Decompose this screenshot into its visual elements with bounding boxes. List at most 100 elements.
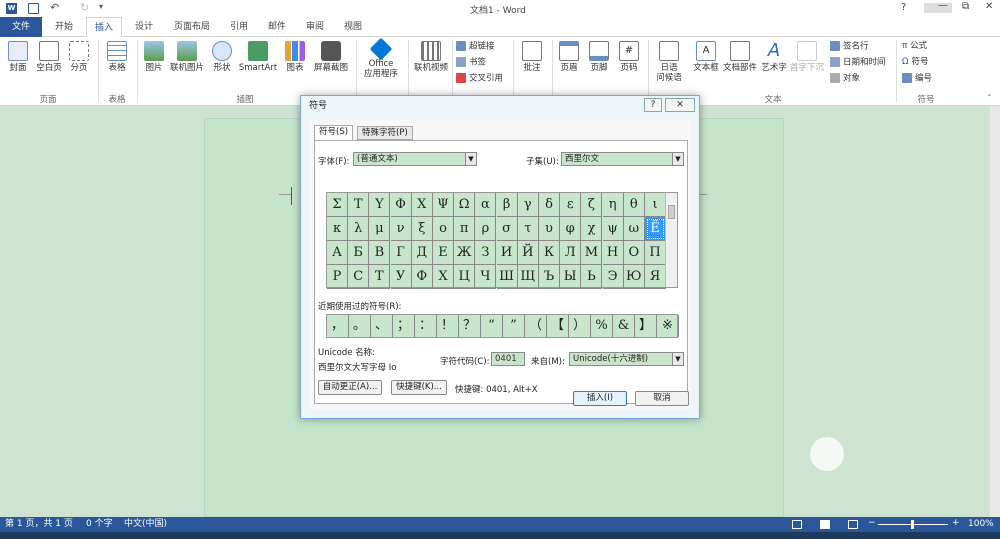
tab-insert[interactable]: 插入: [86, 17, 122, 38]
symbol-cell[interactable]: ψ: [602, 217, 624, 241]
symbol-cell[interactable]: κ: [327, 217, 348, 241]
symbol-cell[interactable]: ω: [623, 217, 645, 241]
symbol-cell[interactable]: ρ: [475, 217, 497, 241]
cross-reference-button[interactable]: 交叉引用: [456, 73, 503, 85]
symbol-cell[interactable]: Х: [433, 265, 454, 289]
symbol-button[interactable]: Ω 符号: [902, 57, 929, 68]
tab-page-layout[interactable]: 页面布局: [166, 17, 218, 37]
equation-button[interactable]: π 公式: [902, 41, 927, 52]
screenshot-button[interactable]: 屏幕截图: [310, 41, 352, 73]
recent-symbol-cell[interactable]: ？: [459, 315, 481, 337]
autocorrect-button[interactable]: 自动更正(A)...: [318, 380, 382, 395]
online-pictures-button[interactable]: 联机图片: [168, 41, 206, 73]
object-button[interactable]: 对象: [830, 73, 860, 85]
symbol-cell[interactable]: Т: [369, 265, 391, 289]
subset-select[interactable]: 西里尔文 ▼: [561, 152, 684, 166]
symbol-cell[interactable]: Τ: [348, 193, 370, 217]
symbol-cell[interactable]: О: [623, 241, 645, 265]
zoom-out-button[interactable]: −: [868, 517, 876, 530]
date-time-button[interactable]: 日期和时间: [830, 57, 886, 69]
symbol-cell[interactable]: ξ: [411, 217, 433, 241]
symbol-cell[interactable]: α: [475, 193, 497, 217]
symbol-cell[interactable]: Ш: [496, 265, 518, 289]
from-select[interactable]: Unicode(十六进制) ▼: [569, 352, 684, 366]
recent-symbol-cell[interactable]: ”: [503, 315, 525, 337]
symbol-cell[interactable]: П: [645, 241, 666, 265]
recent-symbol-cell[interactable]: 、: [371, 315, 393, 337]
recent-symbol-cell[interactable]: “: [481, 315, 503, 337]
symbol-cell[interactable]: μ: [369, 217, 391, 241]
recent-symbol-cell[interactable]: 。: [349, 315, 371, 337]
symbol-cell[interactable]: δ: [539, 193, 560, 217]
symbol-cell[interactable]: ν: [390, 217, 412, 241]
comment-button[interactable]: 批注: [518, 41, 546, 73]
recent-symbol-cell[interactable]: ！: [437, 315, 459, 337]
office-apps-button[interactable]: Office 应用程序: [360, 37, 402, 79]
customize-qat-icon[interactable]: ▾: [99, 2, 103, 11]
recent-symbol-cell[interactable]: ；: [393, 315, 415, 337]
symbol-cell[interactable]: γ: [517, 193, 539, 217]
shortcut-key-button[interactable]: 快捷键(K)...: [391, 380, 447, 395]
wordart-button[interactable]: A 艺术字: [758, 41, 790, 74]
symbol-cell[interactable]: И: [496, 241, 518, 265]
cancel-button[interactable]: 取消: [635, 391, 689, 406]
symbol-cell[interactable]: β: [496, 193, 518, 217]
symbol-cell[interactable]: ζ: [581, 193, 603, 217]
symbol-cell[interactable]: Φ: [390, 193, 412, 217]
symbol-cell[interactable]: Г: [390, 241, 412, 265]
blank-page-button[interactable]: 空白页: [34, 41, 64, 73]
page-break-button[interactable]: 分页: [66, 41, 92, 73]
symbol-cell[interactable]: Н: [602, 241, 624, 265]
symbol-cell[interactable]: Ь: [581, 265, 603, 289]
tab-home[interactable]: 开始: [46, 17, 82, 37]
symbol-cell[interactable]: η: [602, 193, 624, 217]
symbol-cell[interactable]: В: [369, 241, 391, 265]
header-button[interactable]: 页眉: [556, 41, 582, 73]
tab-design[interactable]: 设计: [126, 17, 162, 37]
symbol-cell[interactable]: λ: [348, 217, 370, 241]
zoom-in-button[interactable]: +: [952, 517, 960, 530]
tab-file[interactable]: 文件: [0, 17, 42, 37]
drop-cap-button[interactable]: 首字下沉: [790, 41, 824, 73]
page-number-button[interactable]: # 页码: [616, 41, 642, 73]
zoom-slider-thumb[interactable]: [911, 520, 914, 529]
signature-line-button[interactable]: 签名行: [830, 41, 869, 53]
symbol-cell[interactable]: ε: [560, 193, 582, 217]
symbol-cell[interactable]: З: [475, 241, 497, 265]
symbol-cell[interactable]: Я: [645, 265, 666, 289]
symbol-cell[interactable]: С: [348, 265, 370, 289]
japanese-greeting-button[interactable]: 日语 问候语: [652, 41, 686, 83]
font-select[interactable]: (普通文本) ▼: [353, 152, 477, 166]
insert-button[interactable]: 插入(I): [573, 391, 627, 406]
recent-symbol-cell[interactable]: ：: [415, 315, 437, 337]
word-count[interactable]: 0 个字: [86, 518, 113, 531]
quick-parts-button[interactable]: 文档部件: [722, 41, 758, 73]
tab-mailings[interactable]: 邮件: [260, 17, 294, 37]
restore-icon[interactable]: ⧉: [962, 1, 969, 12]
symbol-cell[interactable]: Е: [433, 241, 454, 265]
vertical-scrollbar[interactable]: [990, 106, 1000, 517]
symbol-cell[interactable]: Σ: [327, 193, 348, 217]
pictures-button[interactable]: 图片: [142, 41, 166, 73]
symbol-cell[interactable]: Й: [517, 241, 539, 265]
symbol-cell[interactable]: Ё: [645, 217, 666, 241]
page-count[interactable]: 第 1 页，共 1 页: [5, 518, 73, 531]
print-layout-icon[interactable]: [820, 520, 830, 529]
symbol-cell[interactable]: Щ: [517, 265, 539, 289]
symbol-cell[interactable]: φ: [560, 217, 582, 241]
smartart-button[interactable]: SmartArt: [238, 41, 278, 73]
symbol-cell[interactable]: υ: [539, 217, 560, 241]
symbol-grid-scrollbar[interactable]: [665, 193, 677, 287]
symbol-cell[interactable]: Ω: [454, 193, 476, 217]
help-icon[interactable]: ?: [901, 2, 906, 13]
symbol-cell[interactable]: Ж: [454, 241, 476, 265]
recent-symbol-cell[interactable]: ）: [569, 315, 591, 337]
symbol-cell[interactable]: Ы: [560, 265, 582, 289]
numbering-button[interactable]: 编号: [902, 73, 932, 85]
symbol-cell[interactable]: χ: [581, 217, 603, 241]
tab-special-characters[interactable]: 特殊字符(P): [357, 126, 413, 140]
shapes-button[interactable]: 形状: [208, 41, 236, 73]
symbol-cell[interactable]: σ: [496, 217, 518, 241]
recent-symbol-cell[interactable]: &: [613, 315, 635, 337]
tab-view[interactable]: 视图: [336, 17, 370, 37]
